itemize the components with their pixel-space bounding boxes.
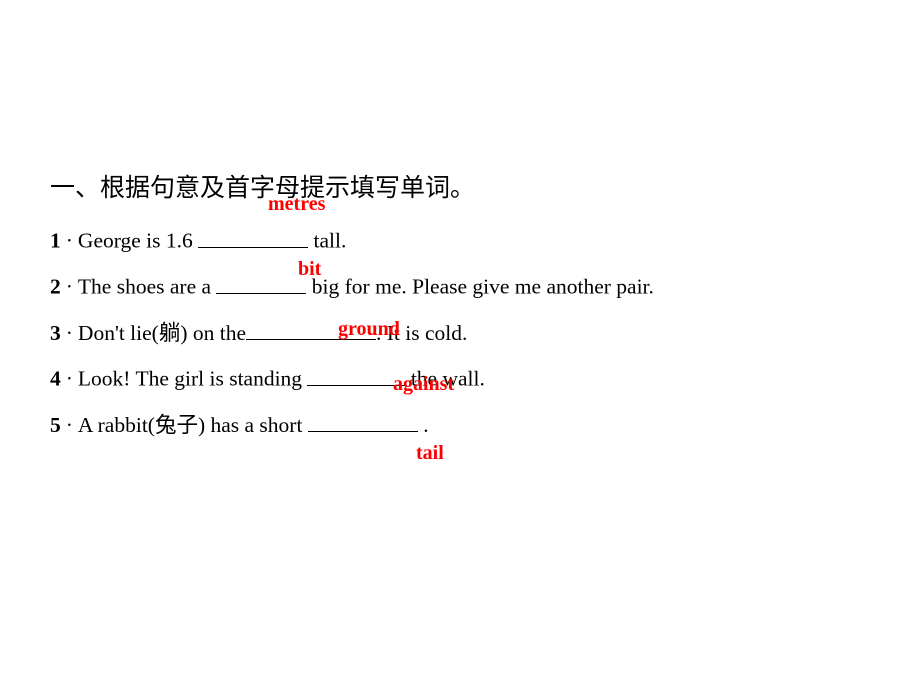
answer-3: ground — [338, 318, 400, 340]
question-3: 3 · Don't lie(躺) on the. It is cold. — [50, 316, 467, 347]
question-3-text-before: Don't lie(躺) on the — [77, 321, 246, 345]
question-1-text-after: tall. — [308, 228, 347, 253]
question-5-blank[interactable] — [307, 408, 418, 432]
question-3-number: 3 — [50, 321, 61, 345]
question-4-text-before: Look! The girl is standing — [77, 366, 308, 391]
answer-1: metres — [268, 193, 326, 215]
answer-2: bit — [298, 258, 322, 280]
question-1-blank[interactable] — [198, 224, 309, 248]
page-title: 一、根据句意及首字母提示填写单词。 — [50, 174, 476, 202]
question-5-text-before: A rabbit(兔子) has a short — [77, 413, 308, 437]
question-2-separator: · — [65, 274, 73, 299]
question-5-number: 5 — [50, 413, 61, 437]
question-4-blank[interactable] — [307, 362, 406, 386]
answer-5: tail — [416, 442, 444, 464]
question-2-number: 2 — [50, 274, 61, 299]
question-1-number: 1 — [50, 228, 61, 253]
question-5-text-after: . — [417, 413, 429, 437]
question-1: 1 · George is 1.6 tall. — [50, 224, 346, 254]
question-5-separator: · — [65, 413, 73, 437]
answer-4: against — [393, 373, 455, 395]
question-2-text-after: big for me. Please give me another pair. — [306, 274, 654, 299]
question-2-text-before: The shoes are a — [77, 274, 217, 299]
question-4-separator: · — [65, 366, 73, 391]
question-1-separator: · — [65, 228, 73, 253]
question-3-separator: · — [65, 321, 73, 345]
question-5: 5 · A rabbit(兔子) has a short . — [50, 408, 429, 439]
question-2-blank[interactable] — [216, 270, 307, 294]
question-1-text-before: George is 1.6 — [77, 228, 199, 253]
question-2: 2 · The shoes are a big for me. Please giv… — [50, 270, 654, 300]
slide-canvas: 一、根据句意及首字母提示填写单词。 1 · George is 1.6 tall. … — [0, 0, 920, 690]
question-4-number: 4 — [50, 366, 61, 391]
